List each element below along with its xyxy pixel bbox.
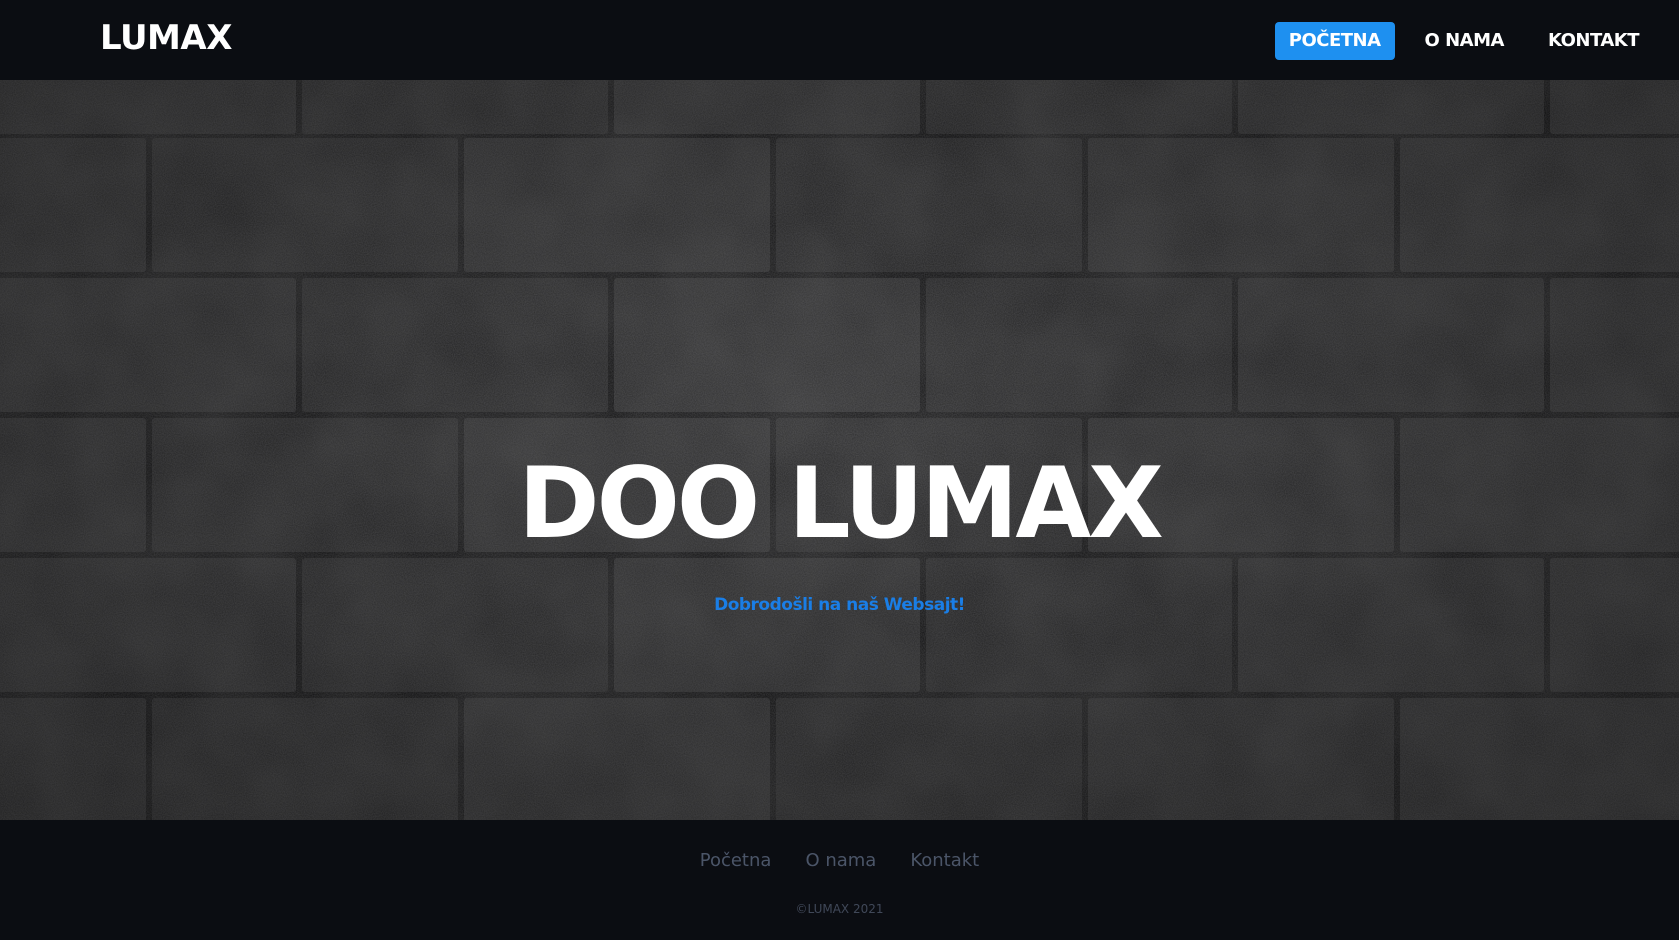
footer-link-pocetna[interactable]: Početna (700, 850, 772, 871)
copyright-text: ©LUMAX 2021 (795, 902, 884, 916)
footer-link-kontakt[interactable]: Kontakt (910, 850, 979, 871)
footer: Početna O nama Kontakt ©LUMAX 2021 (0, 820, 1679, 940)
nav-links: POČETNA O NAMA KONTAKT (1259, 22, 1653, 60)
footer-link-o-nama[interactable]: O nama (805, 850, 876, 871)
hero-title: DOO LUMAX (518, 447, 1164, 561)
footer-links: Početna O nama Kontakt (0, 850, 1679, 871)
nav-link-pocetna[interactable]: POČETNA (1274, 22, 1395, 60)
hero-subtitle: Dobrodošli na naš Websajt! (714, 595, 965, 615)
nav-link-kontakt[interactable]: KONTAKT (1534, 22, 1653, 60)
page: LUMAX POČETNA O NAMA KONTAKT DOO LUMAX D… (0, 0, 1679, 940)
hero-section: DOO LUMAX Dobrodošli na naš Websajt! (0, 80, 1679, 820)
navbar: LUMAX POČETNA O NAMA KONTAKT (0, 0, 1679, 80)
site-logo[interactable]: LUMAX (100, 18, 232, 58)
nav-link-o-nama[interactable]: O NAMA (1411, 22, 1518, 60)
